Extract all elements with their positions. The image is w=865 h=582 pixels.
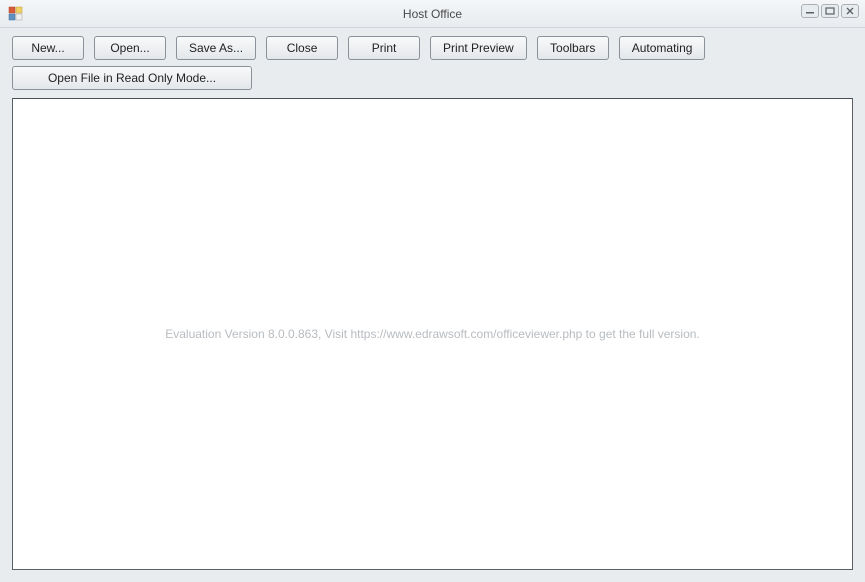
close-button[interactable] [841,4,859,18]
automating-button[interactable]: Automating [619,36,706,60]
minimize-icon [805,7,815,15]
title-bar: Host Office [0,0,865,28]
minimize-button[interactable] [801,4,819,18]
open-button[interactable]: Open... [94,36,166,60]
print-button[interactable]: Print [348,36,420,60]
save-as-button[interactable]: Save As... [176,36,256,60]
open-readonly-button[interactable]: Open File in Read Only Mode... [12,66,252,90]
content-area: New... Open... Save As... Close Print Pr… [0,28,865,582]
maximize-icon [825,7,835,15]
host-office-window: Host Office New... Open... [0,0,865,582]
app-icon [8,6,24,22]
new-button[interactable]: New... [12,36,84,60]
close-icon [845,7,855,15]
toolbar: New... Open... Save As... Close Print Pr… [12,36,853,90]
window-title: Host Office [403,7,462,21]
print-preview-button[interactable]: Print Preview [430,36,527,60]
close-document-button[interactable]: Close [266,36,338,60]
toolbars-button[interactable]: Toolbars [537,36,609,60]
evaluation-watermark: Evaluation Version 8.0.0.863, Visit http… [165,327,700,341]
document-container: Evaluation Version 8.0.0.863, Visit http… [12,98,853,570]
window-controls [801,4,859,18]
maximize-button[interactable] [821,4,839,18]
